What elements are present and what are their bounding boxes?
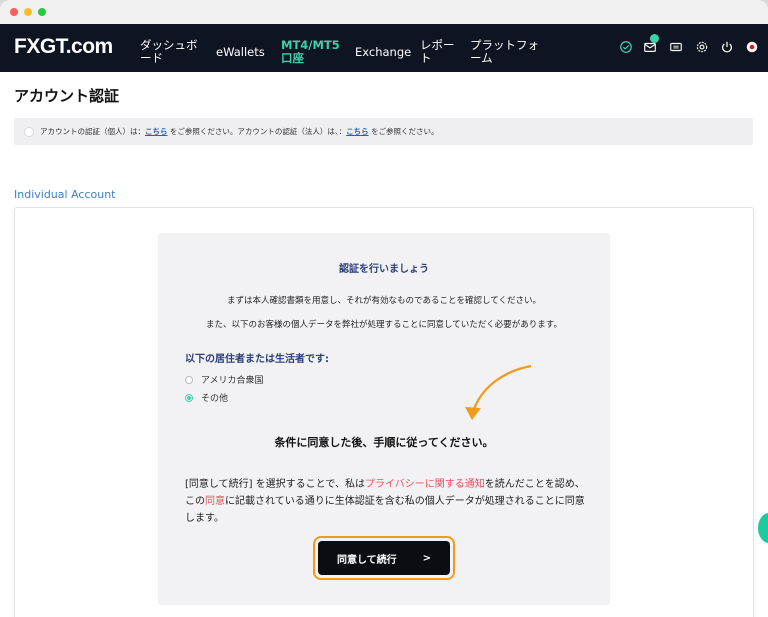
info-icon (24, 127, 34, 137)
conditions-heading: 条件に同意した後、手順に従ってください。 (274, 436, 494, 449)
maximize-window-button[interactable] (38, 8, 46, 16)
mail-icon[interactable] (642, 34, 659, 55)
notice-part1: アカウントの認証（個人）は： (40, 127, 145, 136)
nav-exchange[interactable]: Exchange (355, 46, 411, 59)
consent-text-3: に記載されている通りに生体認証を含む私の個人データが処理されることに同意します。 (185, 496, 585, 524)
corporate-guide-link[interactable]: こちら (346, 127, 369, 136)
top-navigation: FXGT.com ダッシュボ ード eWallets MT4/MT5 口座 Ex… (0, 24, 768, 72)
gear-icon[interactable] (694, 39, 710, 55)
notice-text: アカウントの認証（個人）は：こちら をご参照ください。アカウントの認証（法人）は… (40, 126, 439, 137)
chevron-right-icon: > (422, 552, 432, 564)
radio-other-circle[interactable] (185, 393, 193, 402)
individual-guide-link[interactable]: こちら (145, 127, 168, 136)
language-flag-icon[interactable] (744, 39, 760, 55)
consent-paragraph: [同意して続行] を選択することで、私はプライバシーに関する通知を読んだことを認… (185, 476, 585, 527)
notification-badge (650, 34, 659, 43)
fxgt-logo[interactable]: FXGT.com (14, 35, 113, 59)
radio-usa-circle[interactable] (185, 375, 193, 384)
page-title: アカウント認証 (14, 87, 120, 105)
nav-platforms[interactable]: プラットフォ ーム (470, 39, 539, 65)
notice-part3: をご参照ください。 (368, 127, 439, 136)
verification-card: 認証を行いましょう まずは本人確認書類を用意し、それが有効なものであることを確認… (14, 207, 754, 617)
verification-panel: 認証を行いましょう まずは本人確認書類を用意し、それが有効なものであることを確認… (158, 233, 610, 605)
nav-ewallets-label: eWallets (216, 45, 265, 59)
instruction-line-2: また、以下のお客様の個人データを弊社が処理することに同意していただく必要がありま… (206, 320, 562, 330)
power-icon[interactable] (719, 39, 735, 55)
window-titlebar (0, 0, 768, 25)
close-window-button[interactable] (10, 8, 18, 16)
individual-account-link[interactable]: Individual Account (14, 188, 115, 201)
radio-usa[interactable]: アメリカ合衆国 (185, 373, 264, 386)
logo-gt: GT (39, 35, 66, 58)
radio-other[interactable]: その他 (185, 391, 228, 404)
cta-label: 同意して続行 (336, 554, 397, 566)
consent-link[interactable]: 同意 (205, 496, 225, 507)
nav-reports-line2: ト (420, 51, 432, 65)
info-notice: アカウントの認証（個人）は：こちら をご参照ください。アカウントの認証（法人）は… (14, 118, 753, 145)
radio-usa-label: アメリカ合衆国 (201, 376, 264, 386)
logo-fx: FX (14, 35, 40, 58)
logo-com: .com (65, 35, 114, 58)
agree-and-continue-button[interactable]: 同意して続行 > (318, 541, 450, 575)
nav-mt-line2: 口座 (281, 51, 304, 65)
consent-text-1: [同意して続行] を選択することで、私は (185, 479, 365, 490)
nav-dashboard[interactable]: ダッシュボ ード (140, 39, 198, 65)
pointer-arrow-icon (465, 364, 532, 420)
ticket-icon[interactable] (668, 39, 684, 55)
notice-part2: をご参照ください。アカウントの認証（法人）は、： (167, 127, 347, 136)
residence-question: 以下の居住者または生活者です: (185, 354, 329, 365)
nav-ewallets[interactable]: eWallets (216, 46, 265, 59)
browser-window: FXGT.com ダッシュボ ード eWallets MT4/MT5 口座 Ex… (0, 0, 768, 617)
nav-dashboard-line2: ード (140, 51, 163, 65)
privacy-notice-link[interactable]: プライバシーに関する通知 (365, 479, 485, 490)
minimize-window-button[interactable] (24, 8, 32, 16)
nav-reports[interactable]: レポー ト (420, 39, 455, 65)
chat-support-button[interactable] (758, 513, 768, 543)
nav-mt4-mt5-accounts[interactable]: MT4/MT5 口座 (281, 39, 340, 65)
verification-heading: 認証を行いましょう (339, 264, 429, 275)
main-content: アカウント認証 アカウントの認証（個人）は：こちら をご参照ください。アカウント… (0, 72, 768, 617)
radio-other-label: その他 (201, 394, 229, 404)
nav-platforms-line2: ーム (470, 51, 493, 65)
verified-check-icon[interactable] (618, 39, 634, 55)
nav-exchange-label: Exchange (355, 45, 412, 59)
instruction-line-1: まずは本人確認書類を用意し、それが有効なものであることを確認してください。 (227, 296, 541, 306)
